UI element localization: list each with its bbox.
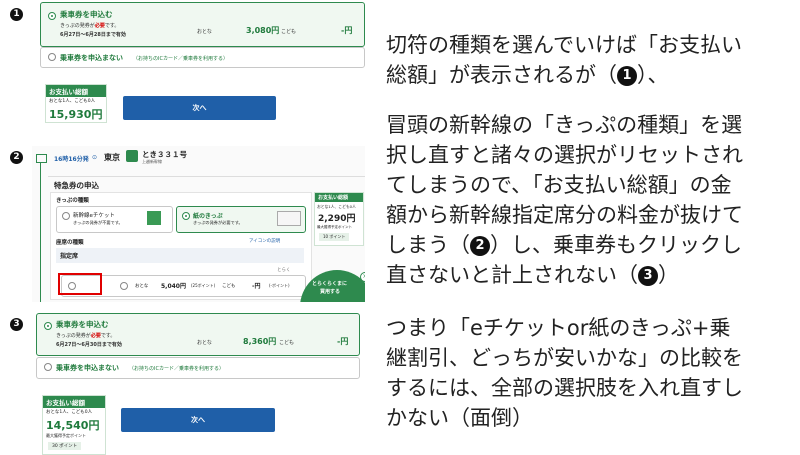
eticket-radio[interactable] [62,212,70,220]
option-title: 乗車券を申込まない [56,364,119,372]
paragraph-1: 切符の種類を選んでいけば「お支払い 総額」が表示されるが（ 1）、 [386,33,742,87]
next-button[interactable]: 次へ [123,96,276,120]
side-points-label: 最大獲得予定ポイント [317,225,352,229]
side-total-head: お支払い総額 [315,193,363,202]
option-title: 乗車券を申込む [56,320,109,329]
side-total-sub: おとな1人、こども0人 [317,204,356,209]
adult-label: おとな [197,340,212,346]
marker-3: 3 [10,318,23,331]
total-head: お支払い総額 [43,396,105,408]
ticket-option-selected[interactable]: 乗車券を申込む きっぷの発券が必要です。 6月27日〜6月28日まで有効 おとな… [40,2,365,47]
eticket-option[interactable]: 新幹線eチケット きっぷの発券が不要です。 [56,206,173,233]
departure-time: 16時16分発 [54,156,89,163]
side-total-price: 2,290円 [318,214,356,224]
total-price: 15,930円 [49,108,103,121]
adult-price: 8,360円 [243,337,277,346]
row-child: こども [222,284,236,289]
train-logo-icon [126,150,138,162]
marker-2: 2 [10,151,23,164]
toraku-label: とらく [277,268,291,273]
badge-line1: とらくらくまに [312,281,348,287]
adult-price: 3,080円 [246,26,280,35]
option-note: （お持ちのICカード／乗車券を利用する） [133,56,228,62]
points-label: 最大獲得予定ポイント [46,433,86,438]
paragraph-3: つまり「eチケットor紙のきっぷ+乗 継割引、どっちが安いかな」の比較を するに… [386,316,743,430]
child-label: こども [279,340,295,346]
next-button[interactable]: 次へ [121,408,275,432]
circled-2: 2 [470,236,490,256]
timeline-line [40,163,41,302]
total-box: お支払い総額 おとな1人、こども0人 14,540円 最大獲得予定ポイント 30… [42,395,106,455]
total-box: お支払い総額 おとな1人、こども0人 15,930円 [45,84,107,123]
train-icon [36,154,47,163]
seat-radio-2[interactable] [120,282,128,290]
circled-1: 1 [617,66,637,86]
child-label: こども [281,29,297,35]
ticket-option-selected[interactable]: 乗車券を申込む きっぷの発券が必要です。 6月27日〜6月30日まで有効 おとな… [36,313,360,356]
ticket-option-unselected[interactable]: 乗車券を申込まない （お持ちのICカード／乗車券を利用する） [36,357,360,379]
close-icon[interactable]: × [360,272,365,282]
paper-sub: きっぷの発券が必要です。 [193,220,243,225]
valid-dates: 6月27日〜6月28日まで有効 [60,32,126,38]
total-price: 14,540円 [46,419,100,432]
total-sub: おとな1人、こども0人 [49,99,96,104]
radio-selected[interactable] [44,322,52,330]
paper-title: 紙のきっぷ [193,213,223,220]
kind-label: きっぷの種類 [56,198,89,204]
row-child-price: -円 [252,283,261,290]
clock-icon: ⊙ [92,154,98,161]
child-price: -円 [337,337,349,346]
paper-ticket-icon [277,211,301,226]
reserved-row: 指定席 [56,248,304,263]
row-adult-price: 5,040円 [161,283,186,290]
row-points: (25ポイント) [191,283,216,288]
express-panel: 16時16分発 ⊙ 東京 とき３３１号 上越新幹線 特急券の申込 きっぷの種類 … [32,146,365,302]
option-subtext: きっぷの発券が必要です。 [60,23,120,29]
train-sub: 上越新幹線 [142,159,162,164]
divider [48,176,365,177]
paper-radio[interactable] [182,212,190,220]
paper-ticket-option[interactable]: 紙のきっぷ きっぷの発券が必要です。 [176,206,306,233]
points: 30 ポイント [48,442,82,450]
row-adult: おとな [135,284,149,289]
seat-label: 座席の種類 [56,240,84,246]
option-subtext: きっぷの発券が必要です。 [56,333,116,339]
total-sub: おとな1人、こども0人 [46,410,93,415]
radio-unselected[interactable] [44,363,52,371]
radio-selected[interactable] [48,12,56,20]
form-card: きっぷの種類 新幹線eチケット きっぷの発券が不要です。 紙のきっぷ きっぷの発… [50,192,312,300]
row-child-points: (-ポイント) [269,283,290,288]
red-highlight [58,273,102,295]
station-name: 東京 [104,153,120,162]
circled-3: 3 [638,266,658,286]
eticket-card-icon [147,211,161,225]
icon-help-link[interactable]: アイコンの説明 [249,238,280,244]
option-title: 乗車券を申込む [60,10,113,19]
eticket-sub: きっぷの発券が不要です。 [73,220,123,225]
eticket-title: 新幹線eチケット [73,213,115,219]
side-points: 10 ポイント [319,233,350,241]
marker-1: 1 [10,8,23,21]
paragraph-2: 冒頭の新幹線の「きっぷの種類」を選 択し直すと諸々の選択がリセットされ てしまう… [386,113,743,287]
reserved-label: 指定席 [60,253,79,260]
side-total-box: お支払い総額 おとな1人、こども0人 2,290円 最大獲得予定ポイント 10 … [314,192,364,246]
badge-line2: 買用する [320,289,341,295]
valid-dates: 6月27日〜6月30日まで有効 [56,342,122,348]
total-head: お支払い総額 [46,85,106,97]
section-title: 特急券の申込 [54,181,99,190]
adult-label: おとな [197,29,212,35]
child-price: -円 [341,26,353,35]
ticket-option-unselected[interactable]: 乗車券を申込まない （お持ちのICカード／乗車券を利用する） [40,47,365,68]
option-title: 乗車券を申込まない [60,54,123,62]
radio-unselected[interactable] [48,53,56,61]
option-note: （お持ちのICカード／乗車券を利用する） [129,366,224,372]
